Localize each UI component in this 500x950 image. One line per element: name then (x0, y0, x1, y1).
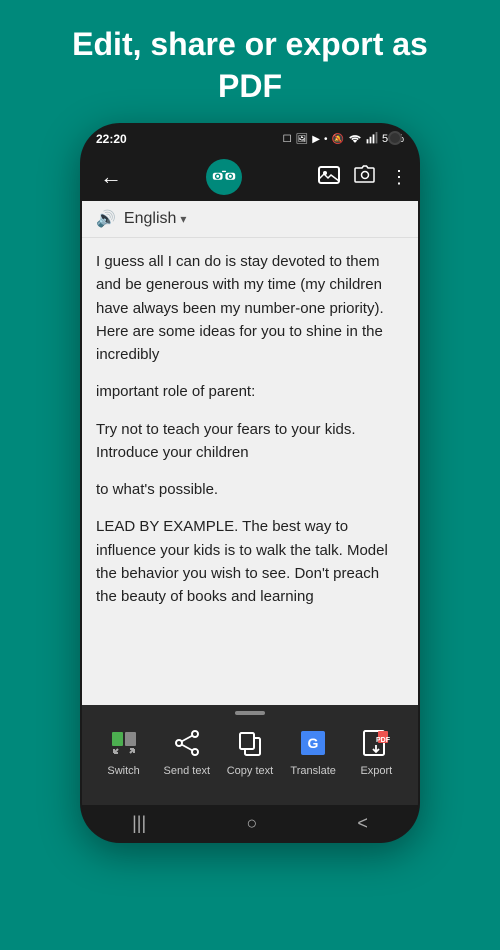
translate-label: Translate (290, 765, 335, 777)
screen-record-icon: ☐ (283, 134, 292, 145)
image-icon: 🖼 (296, 134, 309, 145)
video-icon: ▶ (312, 134, 320, 145)
nav-home-button[interactable]: ○ (246, 813, 257, 834)
status-time: 22:20 (96, 132, 127, 146)
language-bar: 🔊 English ▾ (82, 201, 418, 238)
signal-icon (366, 132, 378, 147)
copy-text-label: Copy text (227, 765, 273, 777)
app-toolbar: ← (82, 153, 418, 201)
nav-back-button[interactable]: < (357, 813, 368, 834)
translate-icon: G (295, 725, 331, 761)
copy-icon (232, 725, 268, 761)
header-text: Edit, share or export as PDF (0, 0, 500, 123)
share-icon (169, 725, 205, 761)
svg-text:G: G (308, 735, 319, 751)
camera-toolbar-icon[interactable] (354, 165, 376, 190)
svg-text:PDF: PDF (376, 737, 390, 744)
logo-circle (206, 159, 242, 195)
speaker-icon: 🔊 (96, 209, 116, 229)
send-text-button[interactable]: Send text (161, 725, 213, 777)
text-paragraph-4: to what's possible. (96, 478, 404, 501)
content-area: 🔊 English ▾ I guess all I can do is stay… (82, 201, 418, 705)
translate-button[interactable]: G Translate (287, 725, 339, 777)
text-paragraph-3: Try not to teach your fears to your kids… (96, 418, 404, 465)
image-toolbar-icon[interactable] (318, 165, 340, 190)
export-icon: PDF (358, 725, 394, 761)
more-options-icon[interactable]: ⋮ (390, 167, 408, 188)
switch-label: Switch (107, 765, 139, 777)
handle-bar (235, 711, 265, 715)
switch-button[interactable]: Switch (98, 725, 150, 777)
export-button[interactable]: PDF Export (350, 725, 402, 777)
nav-menu-button[interactable]: ||| (132, 813, 146, 834)
language-label: English (124, 210, 176, 228)
nav-bar: ||| ○ < (82, 805, 418, 841)
export-label: Export (360, 765, 392, 777)
dot-icon: • (324, 134, 328, 145)
switch-icon (106, 725, 142, 761)
text-paragraph-1: I guess all I can do is stay devoted to … (96, 250, 404, 366)
send-text-label: Send text (164, 765, 210, 777)
bottom-actions: Switch Send text (82, 721, 418, 777)
toolbar-action-icons: ⋮ (318, 165, 408, 190)
mute-icon: 🔕 (332, 134, 344, 145)
bottom-toolbar: Switch Send text (82, 705, 418, 805)
status-icons: ☐ 🖼 ▶ • 🔕 (283, 132, 404, 147)
app-logo (130, 159, 318, 195)
ocr-text-content: I guess all I can do is stay devoted to … (82, 238, 418, 705)
language-dropdown-arrow[interactable]: ▾ (180, 212, 186, 226)
phone-wrapper: 22:20 ☐ 🖼 ▶ • 🔕 (80, 123, 420, 843)
back-button[interactable]: ← (92, 160, 130, 194)
wifi-icon (348, 132, 362, 147)
copy-text-button[interactable]: Copy text (224, 725, 276, 777)
status-bar: 22:20 ☐ 🖼 ▶ • 🔕 (82, 125, 418, 153)
text-paragraph-2: important role of parent: (96, 380, 404, 403)
text-paragraph-5: LEAD BY EXAMPLE. The best way to influen… (96, 515, 404, 608)
